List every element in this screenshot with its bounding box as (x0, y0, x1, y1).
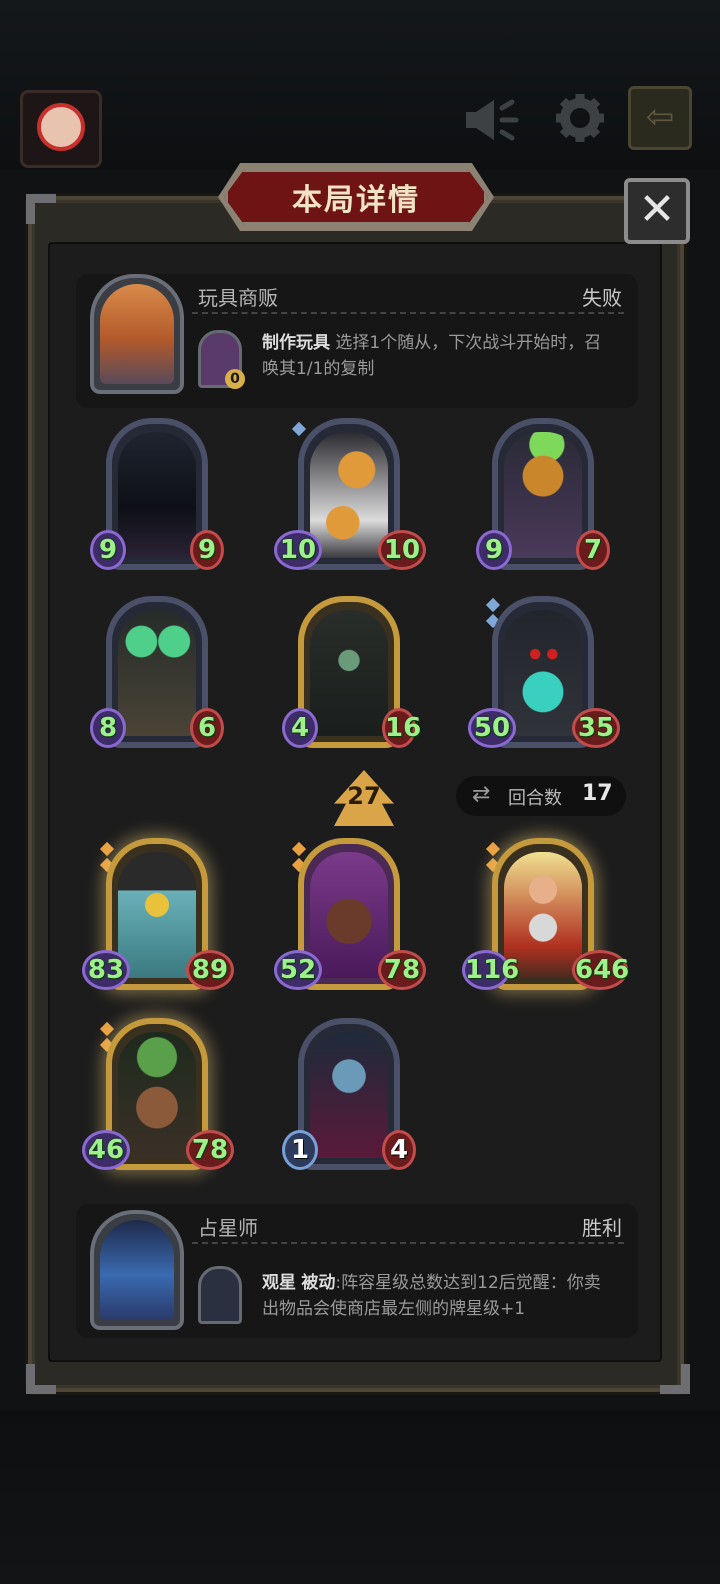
health-stat: 78 (378, 950, 426, 990)
opponent-portrait (90, 274, 184, 394)
player-unit[interactable]: 52 78 (274, 838, 426, 1014)
round-counter: ⇄ 回合数 17 (456, 776, 626, 816)
repeat-icon: ⇄ (472, 782, 491, 807)
divider (192, 312, 624, 314)
attack-stat: 46 (82, 1130, 130, 1170)
attack-stat: 9 (476, 530, 512, 570)
skill-icon (198, 1266, 242, 1324)
exit-icon: ⇦ (645, 97, 675, 137)
attack-stat: 52 (274, 950, 322, 990)
player-unit[interactable]: 83 89 (82, 838, 234, 1014)
health-stat: 4 (382, 1130, 416, 1170)
gear-icon[interactable] (554, 92, 606, 151)
skill-name: 观星 (262, 1273, 296, 1293)
attack-stat: 83 (82, 950, 130, 990)
player-card: 占星师 胜利 观星 被动:阵容星级总数达到12后觉醒：你卖出物品会使商店最左侧的… (76, 1204, 638, 1338)
attack-stat: 50 (468, 708, 516, 748)
avatar (37, 103, 85, 151)
divider (192, 1242, 624, 1244)
close-button[interactable]: ✕ (624, 178, 690, 244)
skill-name: 制作玩具 (262, 333, 330, 353)
opponent-result: 失败 (582, 286, 622, 310)
exit-button[interactable]: ⇦ (628, 86, 692, 150)
opponent-name: 玩具商贩 (198, 286, 278, 310)
opponent-unit[interactable]: 4 16 (280, 596, 421, 772)
skill-count-badge: 0 (225, 369, 245, 389)
close-icon: ✕ (638, 184, 676, 235)
attack-stat: 8 (90, 708, 126, 748)
attack-stat: 116 (462, 950, 519, 990)
player-skill-description: 观星 被动:阵容星级总数达到12后觉醒：你卖出物品会使商店最左侧的牌星级+1 (262, 1270, 612, 1322)
player-result: 胜利 (582, 1216, 622, 1240)
dialog-title: 本局详情 (224, 168, 488, 226)
opponent-card: 玩具商贩 失败 0 制作玩具 选择1个随从，下次战斗开始时，召唤其1/1的复制 (76, 274, 638, 408)
opponent-unit[interactable]: 8 6 (88, 596, 228, 772)
opponent-unit[interactable]: 50 35 (468, 596, 620, 772)
attack-stat: 9 (90, 530, 126, 570)
opponent-skill-description: 制作玩具 选择1个随从，下次战斗开始时，召唤其1/1的复制 (262, 330, 612, 382)
megaphone-icon[interactable] (462, 94, 524, 153)
health-stat: 16 (382, 708, 421, 748)
player-unit[interactable]: 1 4 (280, 1018, 420, 1194)
health-stat: 9 (190, 530, 224, 570)
level-value: 27 (347, 782, 381, 810)
skill-tag: 被动 (301, 1273, 336, 1293)
health-stat: 6 (190, 708, 224, 748)
attack-stat: 4 (282, 708, 318, 748)
attack-stat: 1 (282, 1130, 318, 1170)
round-label: 回合数 (508, 788, 562, 809)
top-bar-background (0, 0, 720, 170)
player-name: 占星师 (198, 1216, 258, 1240)
avatar-button[interactable] (20, 90, 102, 168)
health-stat: 7 (576, 530, 610, 570)
bottom-background (0, 1410, 720, 1584)
player-portrait (90, 1210, 184, 1330)
health-stat: 10 (378, 530, 426, 570)
opponent-unit[interactable]: 9 7 (474, 418, 614, 594)
health-stat: 78 (186, 1130, 234, 1170)
round-value: 17 (582, 781, 613, 806)
health-stat: 89 (186, 950, 234, 990)
player-unit[interactable]: 116 646 (462, 838, 629, 1014)
opponent-unit[interactable]: 10 10 (274, 418, 426, 594)
player-unit[interactable]: 46 78 (82, 1018, 234, 1194)
health-stat: 646 (572, 950, 629, 990)
health-stat: 35 (572, 708, 620, 748)
opponent-unit[interactable]: 9 9 (88, 418, 228, 594)
skill-icon: 0 (198, 330, 245, 389)
attack-stat: 10 (274, 530, 322, 570)
